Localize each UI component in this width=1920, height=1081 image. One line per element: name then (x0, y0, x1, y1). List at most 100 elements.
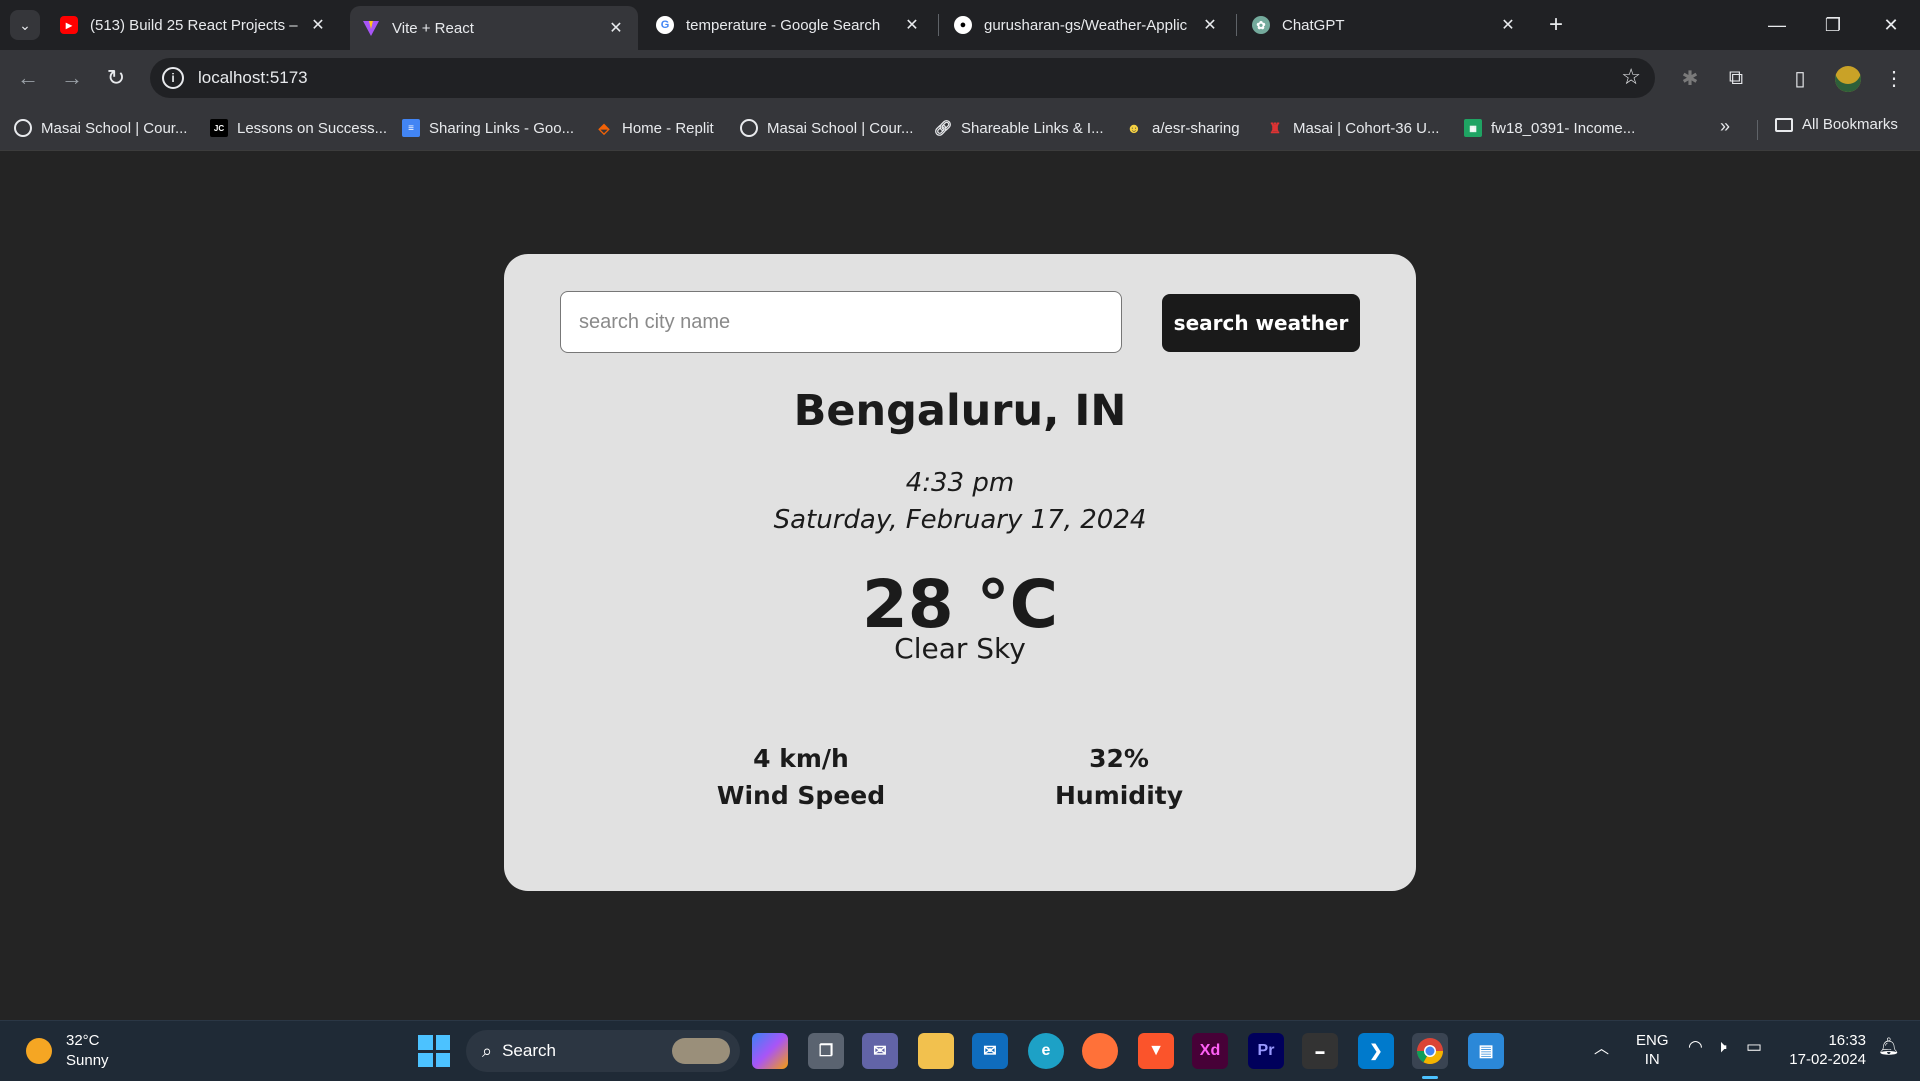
tab-title: Vite + React (392, 19, 474, 37)
bookmarks-bar: Masai School | Cour... JC Lessons on Suc… (0, 106, 1920, 151)
tab-separator (938, 14, 939, 36)
tab-vite-react[interactable]: Vite + React ✕ (350, 6, 638, 50)
copilot-icon[interactable] (752, 1033, 788, 1069)
address-bar[interactable]: i localhost:5173 ☆ (150, 58, 1655, 98)
battery-icon[interactable]: ▭ (1746, 1037, 1762, 1057)
close-icon[interactable]: ✕ (606, 18, 626, 38)
local-time: 4:33 pm (905, 468, 1015, 498)
close-icon[interactable]: ✕ (1498, 15, 1518, 35)
close-icon: ✕ (1883, 14, 1899, 35)
close-icon[interactable]: ✕ (308, 15, 328, 35)
language-indicator[interactable]: ENG IN (1636, 1031, 1669, 1069)
arrow-right-icon: → (61, 65, 83, 90)
weather-widget[interactable]: 32°C Sunny (26, 1031, 109, 1071)
show-hidden-icons-chevron-icon[interactable]: ︿ (1594, 1037, 1609, 1058)
wind-speed-label: Wind Speed (716, 781, 886, 810)
wifi-icon[interactable]: ◠ (1688, 1037, 1703, 1057)
site-info-icon[interactable]: i (162, 67, 184, 89)
file-explorer-icon[interactable] (918, 1033, 954, 1069)
arrow-left-icon: ← (17, 65, 39, 90)
profile-avatar[interactable] (1835, 66, 1861, 92)
bookmark-item[interactable]: ☻ a/esr-sharing (1125, 116, 1240, 140)
github-icon: ● (954, 16, 972, 34)
link-icon: 🔗︎ (933, 120, 953, 137)
chrome-icon[interactable] (1412, 1033, 1448, 1069)
location-heading: Bengaluru, IN (793, 386, 1127, 436)
task-view-icon[interactable]: ❐ (808, 1033, 844, 1069)
wind-speed-metric: 4 km/h Wind Speed (676, 740, 926, 814)
brave-icon[interactable]: ▼ (1138, 1033, 1174, 1069)
new-tab-button[interactable]: + (1540, 10, 1572, 40)
chatgpt-icon: ✿ (1252, 16, 1270, 34)
kebab-menu-icon[interactable]: ⋮ (1880, 64, 1908, 92)
minimize-button[interactable]: — (1752, 8, 1802, 42)
widget-desc: Sunny (66, 1052, 109, 1069)
bookmark-item[interactable]: ▦ fw18_0391- Income... (1464, 116, 1635, 140)
start-button[interactable] (418, 1035, 450, 1067)
bookmark-label: a/esr-sharing (1152, 119, 1240, 137)
url-text[interactable]: localhost:5173 (198, 68, 308, 88)
restore-button[interactable]: ❐ (1808, 8, 1858, 42)
wind-speed-value: 4 km/h (753, 744, 849, 773)
bookmark-item[interactable]: Masai School | Cour... (740, 116, 913, 140)
close-window-button[interactable]: ✕ (1866, 8, 1916, 42)
reload-icon: ↻ (106, 65, 126, 90)
weather-card: search weather Bengaluru, IN 4:33 pm Sat… (504, 254, 1416, 891)
bookmark-label: Masai School | Cour... (41, 119, 188, 137)
adobe-xd-icon[interactable]: Xd (1192, 1033, 1228, 1069)
bookmark-label: Shareable Links & I... (961, 119, 1104, 137)
volume-icon[interactable]: 🕨︎ (1716, 1037, 1727, 1057)
vscode-icon[interactable]: ❯ (1358, 1033, 1394, 1069)
extension-bug-icon[interactable]: ✱ (1676, 64, 1704, 92)
tab-chatgpt[interactable]: ✿ ChatGPT ✕ (1240, 6, 1530, 44)
close-icon[interactable]: ✕ (902, 15, 922, 35)
bookmark-item[interactable]: JC Lessons on Success... (210, 116, 387, 140)
all-bookmarks-label: All Bookmarks (1802, 116, 1898, 133)
weather-description: Clear Sky (894, 632, 1026, 665)
close-icon[interactable]: ✕ (1200, 15, 1220, 35)
tab-youtube[interactable]: ▶ (513) Build 25 React Projects – T ✕ (48, 6, 340, 44)
tab-google-search[interactable]: G temperature - Google Search ✕ (644, 6, 934, 44)
teams-chat-icon[interactable]: ✉ (862, 1033, 898, 1069)
bookmark-item[interactable]: ≡ Sharing Links - Goo... (402, 116, 574, 140)
windows-logo-icon (418, 1035, 433, 1050)
notepad-icon[interactable]: ▤ (1468, 1033, 1504, 1069)
clock[interactable]: 16:33 17-02-2024 (1788, 1031, 1866, 1069)
minimize-icon: — (1768, 14, 1786, 35)
sun-icon (26, 1038, 52, 1064)
extensions-puzzle-icon[interactable]: ⧉ (1722, 64, 1750, 92)
bookmark-item[interactable]: 🔗︎ Shareable Links & I... (933, 116, 1104, 140)
premiere-pro-icon[interactable]: Pr (1248, 1033, 1284, 1069)
notification-bell-icon[interactable]: 🔔︎ (1878, 1037, 1900, 1057)
bookmark-label: Home - Replit (622, 119, 714, 137)
city-search-input[interactable] (560, 291, 1122, 353)
bookmark-label: Sharing Links - Goo... (429, 119, 575, 137)
star-icon[interactable]: ☆ (1621, 64, 1641, 90)
jc-icon: JC (210, 119, 228, 137)
forward-button[interactable]: → (54, 60, 90, 96)
tab-github[interactable]: ● gurusharan-gs/Weather-Applic ✕ (942, 6, 1232, 44)
more-bookmarks-button[interactable]: » (1720, 116, 1730, 137)
side-panel-icon[interactable]: ▯ (1786, 64, 1814, 92)
firefox-icon[interactable] (1082, 1033, 1118, 1069)
all-bookmarks-button[interactable]: All Bookmarks (1775, 116, 1898, 133)
sheets-icon: ▦ (1464, 119, 1482, 137)
tab-title: ChatGPT (1282, 16, 1345, 34)
back-button[interactable]: ← (10, 60, 46, 96)
browser-toolbar: ← → ↻ i localhost:5173 ☆ ✱ ⧉ ▯ ⋮ (0, 50, 1920, 106)
mail-icon[interactable]: ✉ (972, 1033, 1008, 1069)
reload-button[interactable]: ↻ (98, 60, 134, 96)
bookmark-item[interactable]: Masai School | Cour... (14, 116, 187, 140)
taskbar-search[interactable]: ⌕ Search (466, 1030, 740, 1072)
tab-title: gurusharan-gs/Weather-Applic (984, 16, 1188, 34)
masai-icon: ♜ (1268, 119, 1282, 136)
lang-bottom: IN (1644, 1051, 1660, 1068)
humidity-label: Humidity (1054, 781, 1184, 810)
taskbar-search-label: Search (502, 1041, 556, 1060)
mysql-workbench-icon[interactable]: ▬ (1302, 1033, 1338, 1069)
edge-icon[interactable]: e (1028, 1033, 1064, 1069)
bookmark-item[interactable]: ♜ Masai | Cohort-36 U... (1266, 116, 1440, 140)
tab-search-button[interactable]: ⌄ (10, 10, 40, 40)
search-weather-button[interactable]: search weather (1162, 294, 1360, 352)
bookmark-item[interactable]: ⬘ Home - Replit (595, 116, 714, 140)
